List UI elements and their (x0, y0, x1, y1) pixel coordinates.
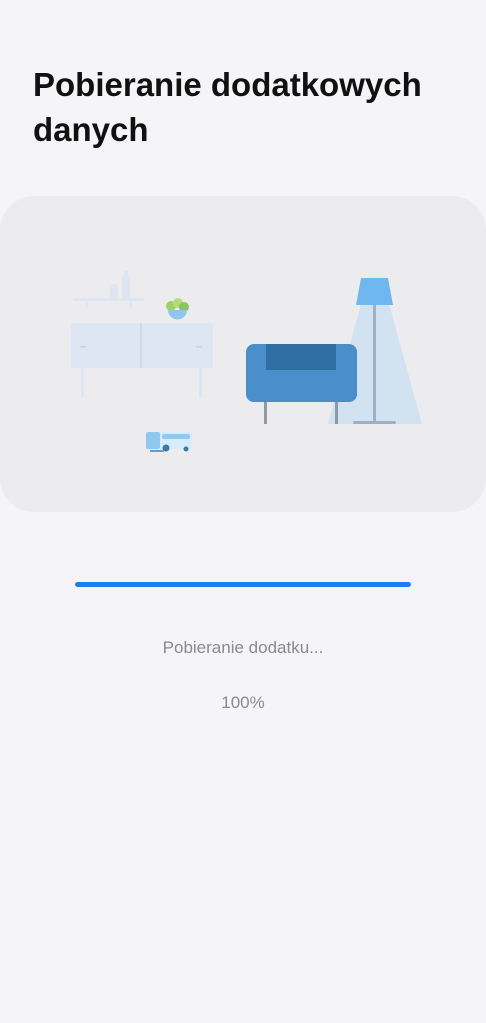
sideboard-icon (71, 323, 213, 398)
progress-percent: 100% (221, 693, 265, 712)
plant-icon (166, 298, 189, 320)
room-illustration (0, 196, 486, 512)
progress-bar-fill (75, 582, 411, 587)
page-title: Pobieranie dodatkowych danych (33, 66, 422, 148)
robot-vacuum-icon (146, 432, 192, 452)
status-text: Pobieranie dodatku... (162, 638, 324, 657)
wall-shelf-icon (74, 271, 144, 308)
progress-bar (75, 582, 411, 587)
